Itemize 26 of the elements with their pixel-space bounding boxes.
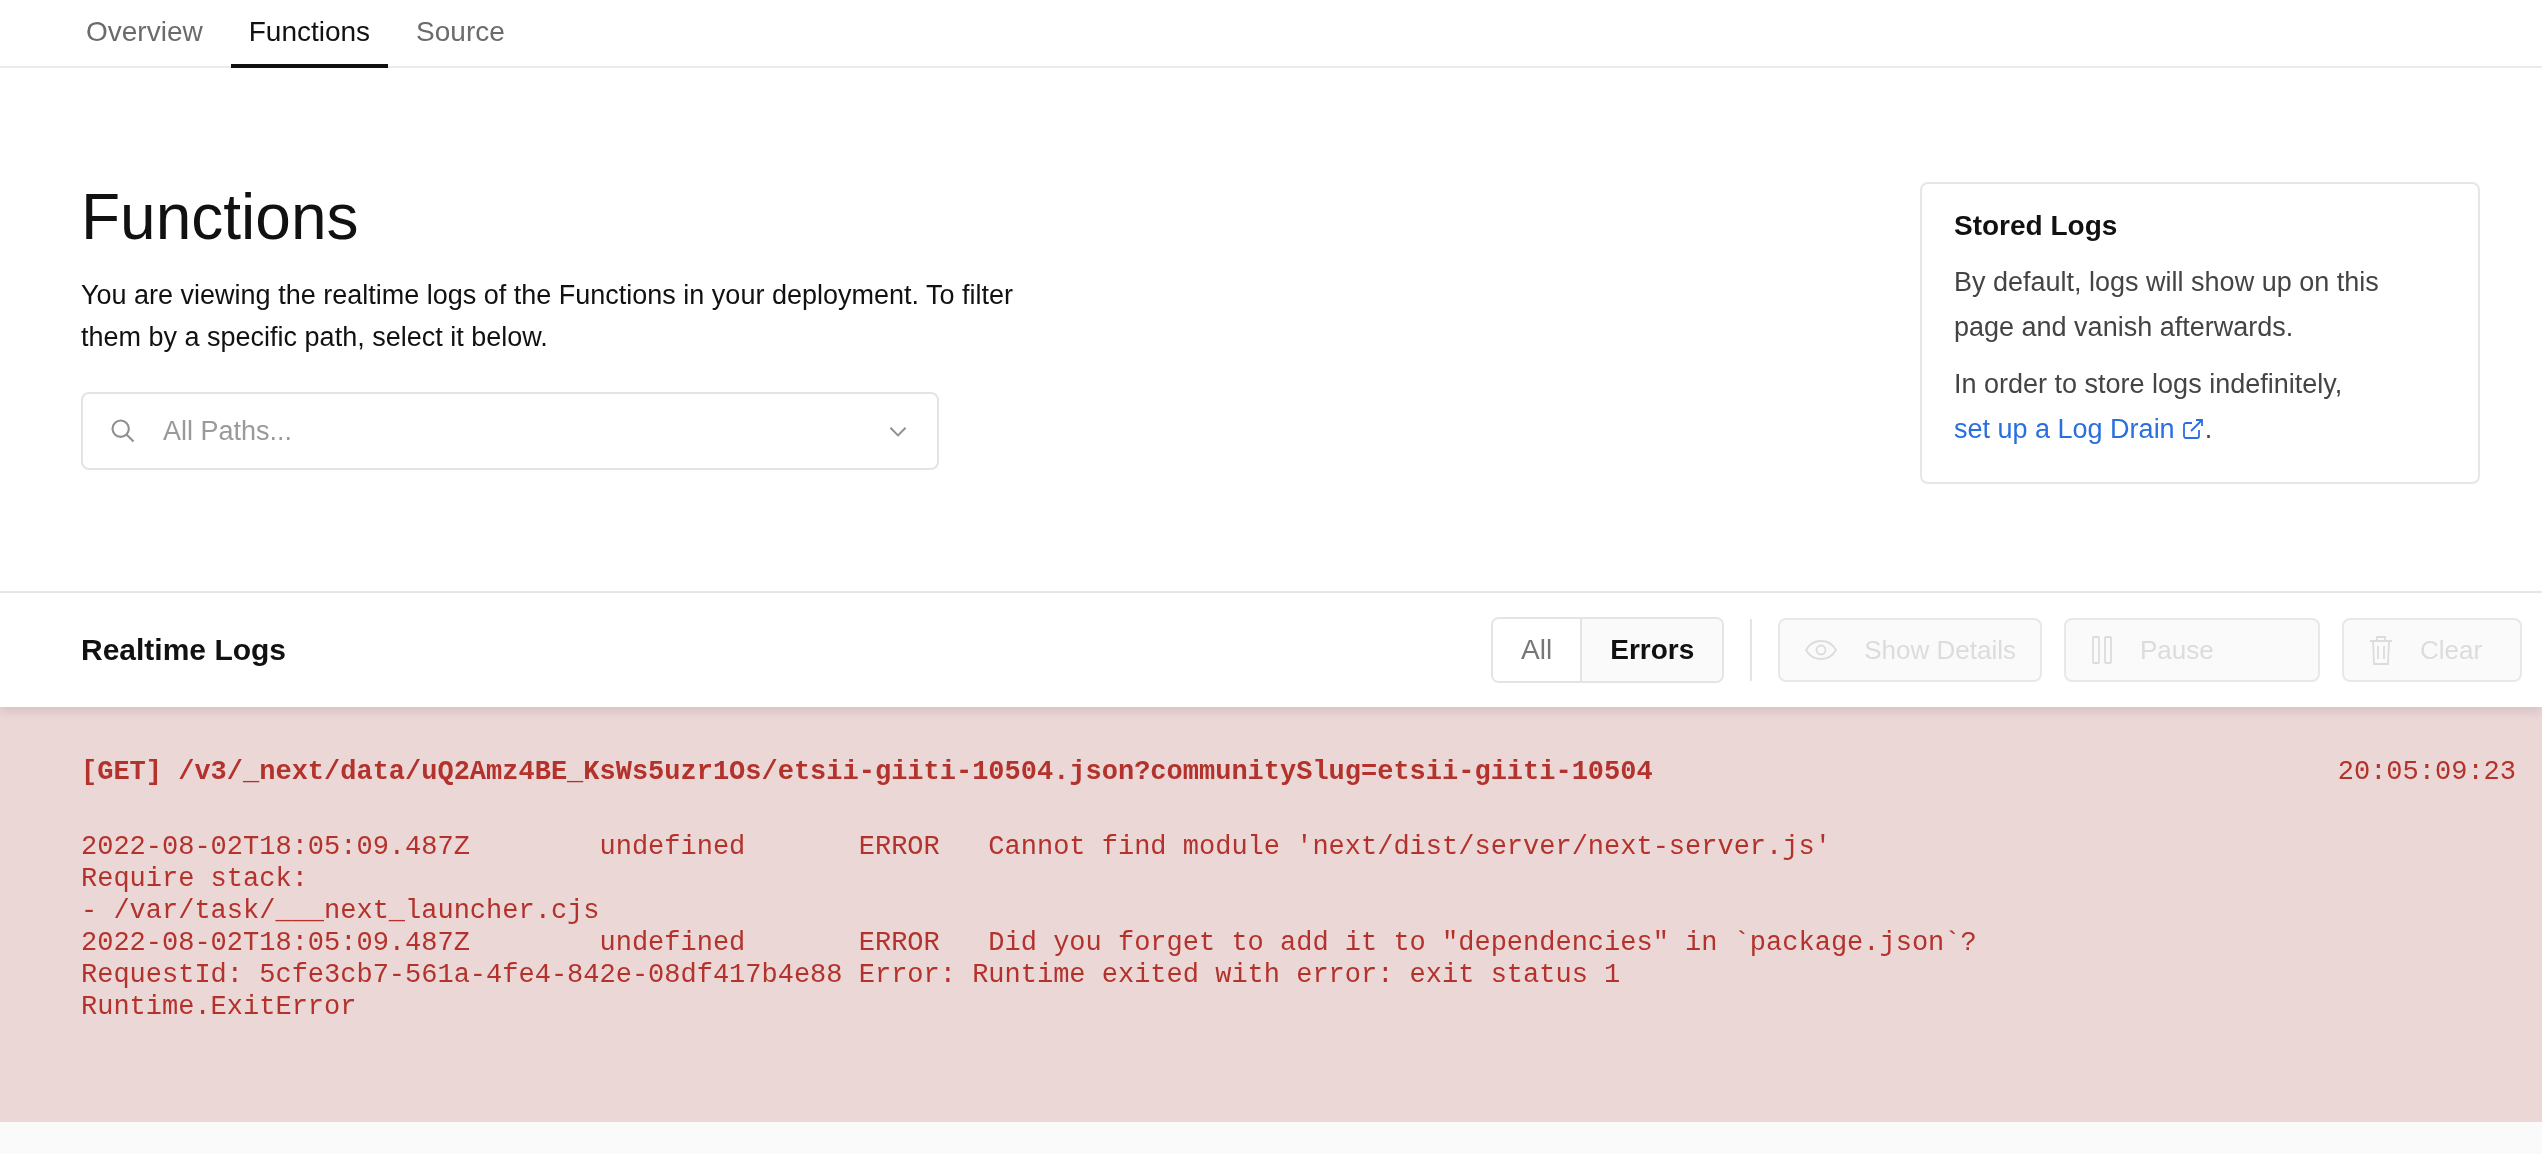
card-text: In order to store logs indefinitely,: [1954, 369, 2343, 399]
nav-tab[interactable]: Source: [398, 0, 523, 68]
trash-icon: [2368, 634, 2394, 666]
log-line: - /var/task/___next_launcher.cjs: [81, 895, 601, 927]
path-select[interactable]: All Paths...: [81, 392, 939, 471]
log-time: 20:05:09:23: [2337, 757, 2516, 787]
punctuation: .: [2204, 414, 2213, 444]
nav-tab[interactable]: Functions: [230, 0, 389, 68]
log-line: Runtime.ExitError: [81, 991, 358, 1023]
nav-tab[interactable]: Overview: [68, 0, 221, 68]
log-drain-link[interactable]: set up a Log Drain: [1954, 414, 2175, 444]
pause-icon: [2090, 635, 2114, 665]
page-description: You are viewing the realtime logs of the Functions in your deployment. To filter them by a specific path, select it below.: [81, 279, 1014, 355]
log-line: RequestId: 5cfe3cb7-561a-4fe4-842e-08df417b4e88 Error: Runtime exited with error: exit status 1: [81, 959, 1622, 991]
card-text: By default, logs will show up on this page and vanish afterwards.: [1954, 266, 2380, 344]
filter-option[interactable]: Errors: [1580, 619, 1723, 681]
path-input[interactable]: All Paths...: [161, 414, 861, 448]
log-line: 2022-08-02T18:05:09.487Z undefined ERROR Cannot find module 'next/dist/server/next-server.js': [81, 831, 1832, 863]
card-title: Stored Logs: [1954, 210, 2119, 242]
log-line: 2022-08-02T18:05:09.487Z undefined ERROR Did you forget to add it to "dependencies" in `package.json`?: [81, 927, 1978, 959]
request-line: [GET] /v3/_next/data/uQ2Amz4BE_KsWs5uzr1Os/etsii-giiti-10504.json?communitySlug=etsii-giiti-10504: [81, 757, 1653, 787]
section-title: Realtime Logs: [81, 633, 287, 667]
external-link-icon: [2180, 417, 2205, 441]
log-line: Require stack:: [81, 863, 309, 895]
page-title: Functions: [81, 182, 360, 253]
eye-icon: [1804, 637, 1839, 663]
